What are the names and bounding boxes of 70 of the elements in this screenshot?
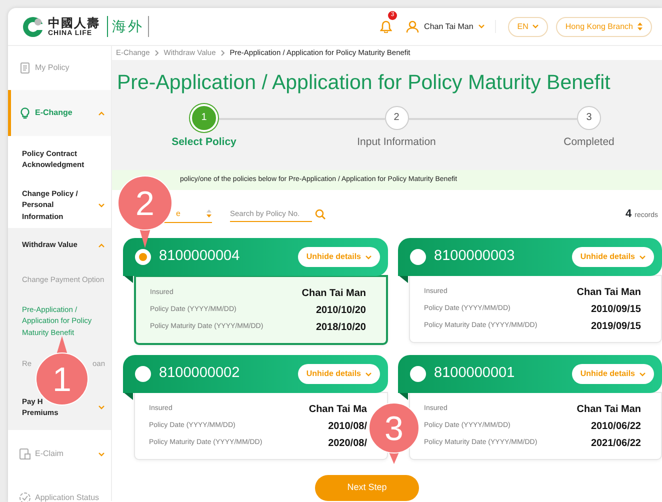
record-count: 4 [626, 206, 632, 222]
step-circle: 1 [192, 106, 216, 130]
field-value: 2021/06/22 [590, 437, 641, 451]
field-value: Chan Tai Ma [308, 403, 367, 417]
next-step-button[interactable]: Next Step [315, 475, 419, 500]
step-label: Select Policy [172, 134, 236, 150]
field-value: 2010/08/ [328, 420, 367, 434]
policy-number: 8100000002 [159, 364, 241, 384]
sort-icon [637, 22, 643, 31]
unhide-details-button[interactable]: Unhide details [572, 364, 654, 384]
caret-down-icon [532, 24, 540, 29]
sidebar-item[interactable]: E-Change [8, 90, 111, 136]
user-name[interactable]: Chan Tai Man [424, 20, 474, 32]
radio-button[interactable] [410, 366, 426, 382]
search-icon[interactable] [315, 208, 326, 220]
unhide-details-button[interactable]: Unhide details [298, 364, 380, 384]
caret-down-icon [365, 254, 372, 260]
policy-card-header[interactable]: 8100000003 Unhide details [398, 238, 662, 276]
step-circle: 3 [577, 106, 601, 130]
field-value: 2010/10/20 [316, 304, 366, 318]
language-selector[interactable]: EN [508, 16, 548, 36]
field-value: 2010/06/22 [590, 420, 641, 434]
radio-button[interactable] [135, 249, 151, 265]
policy-card-header[interactable]: 8100000001 Unhide details [398, 355, 662, 393]
field-value: 2019/09/15 [590, 320, 641, 334]
sidebar-item[interactable]: E-Claim [8, 430, 111, 478]
field-value: 2020/08/ [328, 437, 367, 451]
sidebar-item[interactable]: Application Status [8, 478, 111, 502]
caret-down-icon [98, 202, 105, 208]
logo-icon [22, 16, 44, 38]
unhide-details-button[interactable]: Unhide details [298, 247, 380, 267]
document-icon [19, 62, 31, 74]
brand-name: 中國人壽 [48, 16, 100, 28]
policy-card-header[interactable]: 8100000002 Unhide details [123, 355, 388, 393]
field-value: Chan Tai Man [576, 286, 641, 300]
page-title: Pre-Application / Application for Policy Maturity Benefit [117, 71, 612, 96]
callout-tooltip: 3 [368, 402, 420, 464]
chevron-right-icon [154, 50, 159, 56]
user-icon [406, 20, 420, 33]
caret-down-icon [98, 452, 105, 456]
step-label: Completed [564, 134, 614, 150]
caret-up-icon [98, 242, 105, 248]
region-label: 海外 [107, 16, 149, 37]
callout-tooltip: 2 [117, 175, 173, 248]
branch-selector[interactable]: Hong Kong Branch [556, 16, 652, 36]
caret-up-icon [98, 110, 105, 116]
field-value: 2018/10/20 [316, 321, 366, 335]
radio-button[interactable] [135, 366, 151, 382]
step-label: Input Information [357, 134, 436, 150]
chevron-right-icon [220, 50, 225, 56]
caret-down-icon [639, 372, 646, 376]
field-value: Chan Tai Man [302, 287, 366, 301]
unhide-details-button[interactable]: Unhide details [572, 247, 654, 267]
step-circle: 2 [384, 106, 408, 130]
policy-number: 8100000003 [434, 247, 516, 266]
caret-down-icon [639, 254, 646, 260]
policy-number: 8100000001 [434, 364, 516, 384]
sort-icon [206, 209, 212, 218]
caret-down-icon [365, 372, 372, 376]
field-value: 2010/09/15 [590, 303, 641, 317]
caret-down-icon [478, 24, 486, 29]
radio-button[interactable] [410, 249, 426, 265]
policy-card-header[interactable]: 8100000004 Unhide details [123, 238, 388, 276]
lightbulb-icon [19, 107, 31, 119]
policy-number: 8100000004 [159, 247, 241, 266]
document-icon [19, 448, 31, 460]
caret-down-icon [98, 404, 105, 410]
sidebar-item[interactable]: My Policy [8, 46, 111, 90]
bell-icon[interactable] [380, 20, 392, 33]
field-value: Chan Tai Man [576, 403, 641, 417]
